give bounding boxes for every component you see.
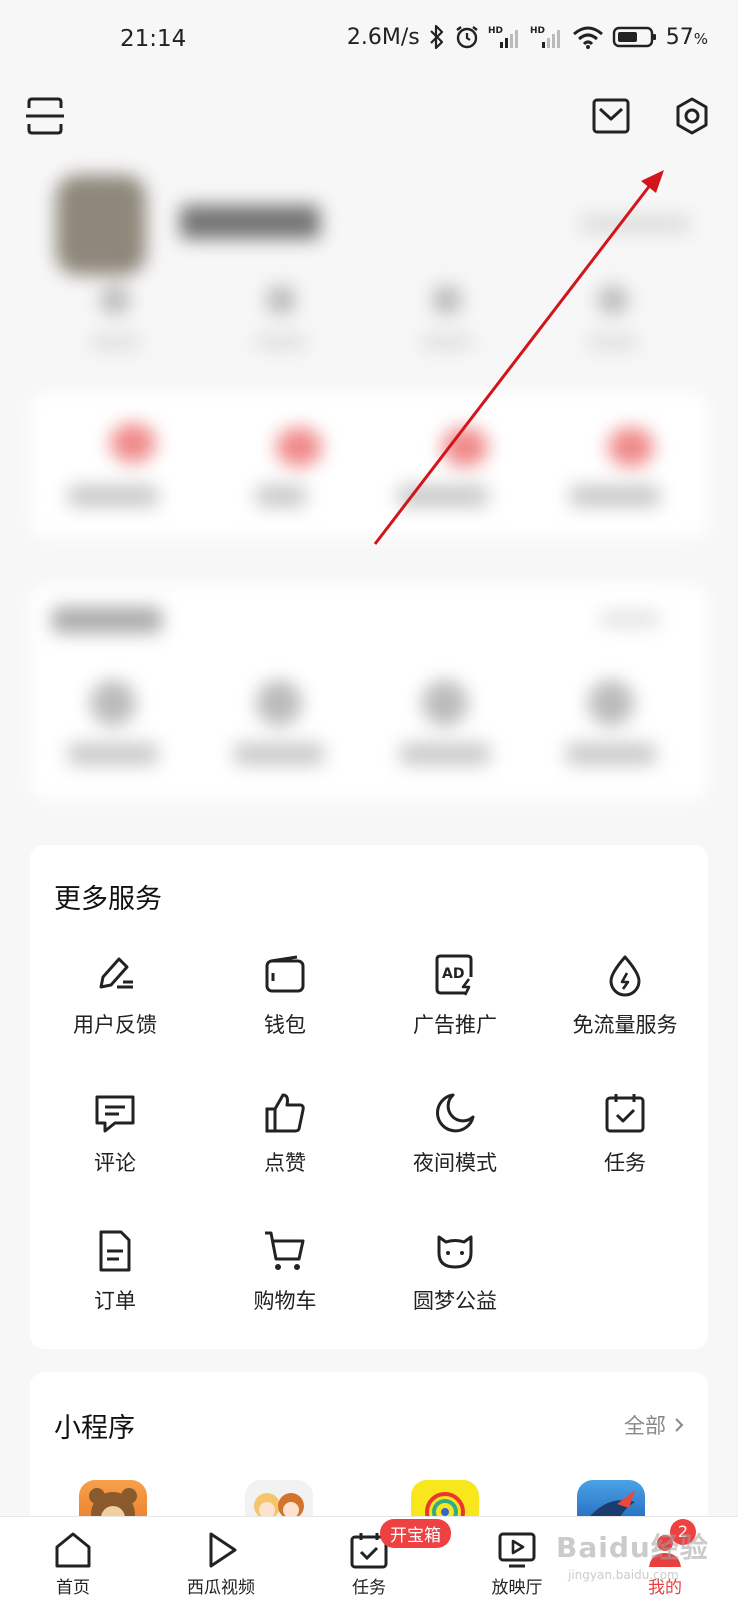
blurred-stat [100, 285, 130, 315]
nav-label: 西瓜视频 [187, 1578, 255, 1598]
chevron-right-icon [675, 1418, 684, 1432]
watermark-brand: Baidu经验 [556, 1531, 709, 1564]
status-time: 21:14 [120, 26, 187, 52]
blurred-stat-label [588, 335, 638, 349]
nav-label: 放映厅 [491, 1578, 543, 1598]
thumbs-up-icon [265, 1093, 305, 1133]
order-doc-icon [99, 1230, 131, 1272]
service-cart[interactable]: 购物车 [200, 1229, 370, 1315]
avatar [56, 175, 146, 275]
mini-programs-card: 小程序 全部 [30, 1372, 708, 1532]
wifi-icon [572, 26, 603, 49]
top-bar [0, 96, 738, 144]
blurred-profile-area [0, 165, 738, 815]
blurred-stat [598, 285, 628, 315]
service-label: 订单 [94, 1289, 136, 1313]
service-label: 钱包 [264, 1013, 306, 1037]
data-drop-icon [609, 955, 641, 997]
battery-icon [612, 26, 656, 48]
service-label: 评论 [94, 1151, 136, 1175]
service-label: 用户反馈 [73, 1013, 157, 1037]
blurred-username [180, 205, 320, 239]
status-icons: 2.6M/s HD HD 57% [347, 24, 708, 50]
blurred-stat [432, 285, 462, 315]
charity-cat-icon [437, 1235, 473, 1269]
blurred-stat-label [90, 335, 140, 349]
hd-signal-icon: HD [488, 26, 518, 48]
tv-icon [498, 1532, 536, 1568]
service-tasks[interactable]: 任务 [540, 1091, 710, 1177]
more-services-card: 更多服务 用户反馈 钱包 AD 广告推广 免流量服务 评论 点赞 夜间模式 任务… [30, 845, 708, 1349]
service-label: 购物车 [253, 1289, 317, 1313]
alarm-icon [456, 26, 478, 49]
battery-percent: 57% [665, 24, 708, 50]
blurred-feature-card [30, 393, 708, 538]
treasure-box-badge: 开宝箱 [380, 1519, 451, 1548]
service-charity[interactable]: 圆梦公益 [370, 1229, 540, 1315]
play-icon [209, 1532, 237, 1568]
service-wallet[interactable]: 钱包 [200, 953, 370, 1039]
service-ad-promotion[interactable]: AD 广告推广 [370, 953, 540, 1039]
wallet-icon [265, 955, 305, 993]
more-services-title: 更多服务 [54, 884, 162, 915]
home-icon [55, 1532, 91, 1568]
hd-signal-icon: HD [530, 26, 560, 48]
blurred-stat-label [422, 335, 472, 349]
nav-label: 首页 [56, 1578, 90, 1598]
watermark-url: jingyan.baidu.com [568, 1568, 679, 1582]
status-bar: 21:14 2.6M/s HD HD 57% [0, 0, 738, 84]
task-calendar-icon [605, 1094, 645, 1133]
blurred-profile-link [580, 215, 690, 233]
blurred-stat [266, 285, 296, 315]
svg-text:HD: HD [488, 26, 503, 36]
ad-icon: AD [435, 954, 473, 996]
nav-label: 任务 [352, 1578, 386, 1598]
nav-home[interactable]: 首页 [18, 1531, 128, 1598]
service-orders[interactable]: 订单 [30, 1229, 200, 1315]
svg-text:HD: HD [530, 26, 545, 36]
bluetooth-icon [429, 24, 443, 50]
settings-gear-icon[interactable] [672, 96, 712, 136]
service-night-mode[interactable]: 夜间模式 [370, 1091, 540, 1177]
mini-programs-title: 小程序 [54, 1413, 135, 1444]
cart-icon [265, 1231, 305, 1270]
service-label: 夜间模式 [413, 1151, 497, 1175]
service-feedback[interactable]: 用户反馈 [30, 953, 200, 1039]
svg-text:AD: AD [442, 966, 464, 982]
service-comments[interactable]: 评论 [30, 1091, 200, 1177]
blurred-recent-card [30, 585, 708, 800]
service-label: 广告推广 [413, 1013, 497, 1037]
all-label: 全部 [624, 1414, 666, 1438]
mini-programs-all-link[interactable]: 全部 [624, 1410, 684, 1440]
mail-icon[interactable] [592, 98, 630, 134]
moon-icon [436, 1093, 475, 1133]
service-free-data[interactable]: 免流量服务 [540, 953, 710, 1039]
comment-icon [95, 1095, 135, 1133]
scan-icon[interactable] [26, 96, 64, 136]
service-label: 圆梦公益 [413, 1289, 497, 1313]
nav-tasks[interactable]: 任务 开宝箱 [314, 1519, 451, 1598]
net-speed: 2.6M/s [346, 24, 420, 50]
service-label: 任务 [604, 1151, 646, 1175]
feedback-pen-icon [99, 957, 133, 989]
service-label: 点赞 [264, 1151, 306, 1175]
service-likes[interactable]: 点赞 [200, 1091, 370, 1177]
blurred-stat-label [256, 335, 306, 349]
nav-xigua-video[interactable]: 西瓜视频 [166, 1531, 276, 1598]
service-label: 免流量服务 [572, 1013, 678, 1037]
